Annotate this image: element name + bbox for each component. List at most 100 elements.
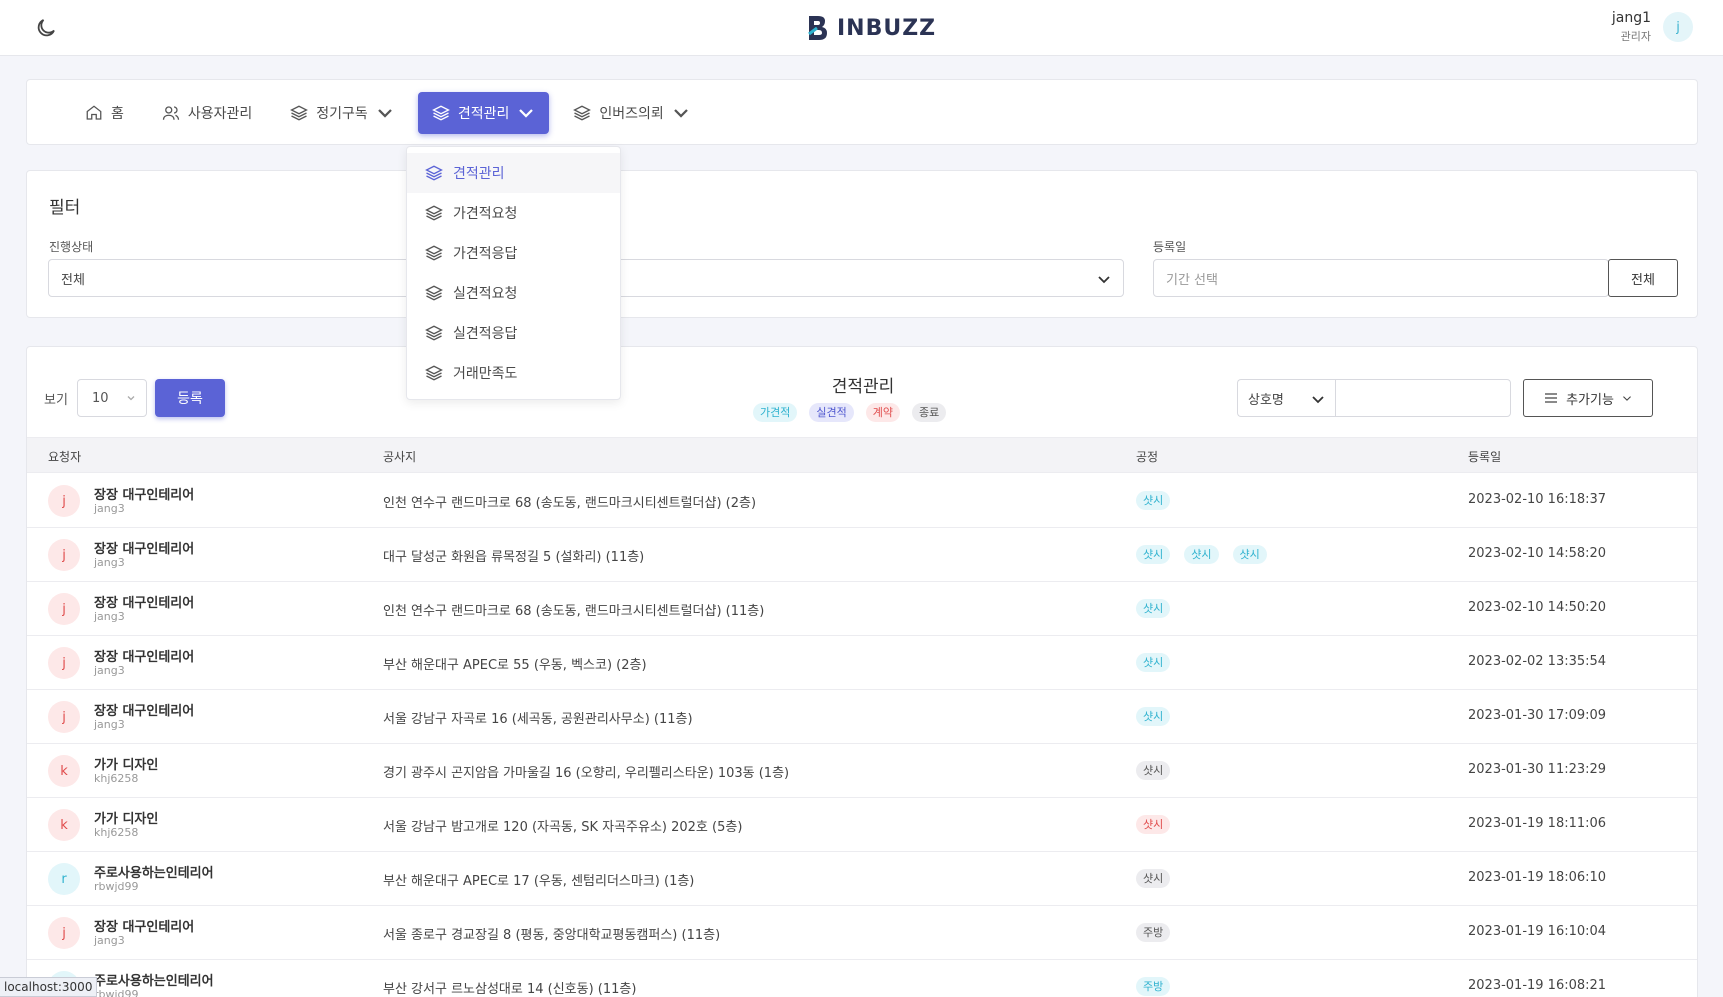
dropdown-item-real-estimate-request[interactable]: 실견적요청: [407, 273, 620, 313]
search-field-select[interactable]: 상호명: [1237, 379, 1335, 417]
legend-chip: 가견적: [753, 403, 798, 422]
avatar: r: [48, 863, 80, 895]
home-icon: [86, 105, 102, 120]
table-row[interactable]: j 장장 대구인테리어 jang3 인천 연수구 랜드마크로 68 (송도동, 랜드마…: [27, 582, 1697, 636]
table-row[interactable]: j 장장 대구인테리어 jang3 서울 종로구 경교장길 8 (평동, 중앙대학교평…: [27, 906, 1697, 960]
nav-item-home[interactable]: 홈: [71, 92, 138, 134]
search-input[interactable]: [1335, 379, 1511, 417]
nav-item-users[interactable]: 사용자관리: [148, 92, 266, 134]
registered-date: 2023-01-30 11:23:29: [1468, 762, 1607, 777]
table-row[interactable]: j 장장 대구인테리어 jang3 부산 해운대구 APEC로 55 (우동, 벡스코…: [27, 636, 1697, 690]
table-row[interactable]: j 장장 대구인테리어 jang3 서울 강남구 자곡로 16 (세곡동, 공원관리사…: [27, 690, 1697, 744]
table-row[interactable]: j 장장 대구인테리어 jang3 인천 연수구 랜드마크로 68 (송도동, 랜드마…: [27, 474, 1697, 528]
process-tags: 샷시: [1136, 599, 1171, 618]
column-header-date[interactable]: 등록일: [1468, 448, 1501, 465]
extra-features-button[interactable]: 추가기능: [1523, 379, 1653, 417]
table-row[interactable]: k 가가 디자인 khj6258 경기 광주시 곤지암읍 가마울길 16 (오향리, …: [27, 744, 1697, 798]
site-address: 인천 연수구 랜드마크로 68 (송도동, 랜드마크시티센트럴더샵) (11층): [383, 604, 765, 619]
user-role: 관리자: [1620, 30, 1651, 43]
table-row[interactable]: r 주로사용하는인테리어 rbwjd99 부산 해운대구 APEC로 17 (우동, …: [27, 852, 1697, 906]
process-badge: 샷시: [1136, 815, 1171, 834]
filter-title: 필터: [49, 198, 81, 218]
requester-name: 주로사용하는인테리어: [94, 974, 214, 989]
status-filter-value: 전체: [61, 272, 85, 288]
logo-text: INBUZZ: [837, 15, 937, 41]
requester-id: khj6258: [94, 772, 139, 785]
site-address: 서울 종로구 경교장길 8 (평동, 중앙대학교평동캠퍼스) (11층): [383, 928, 721, 943]
nav-item-inbuzz-request[interactable]: 인버즈의뢰: [559, 92, 703, 134]
dropdown-item-real-estimate-response[interactable]: 실견적응답: [407, 313, 620, 353]
dropdown-item-label: 견적관리: [453, 166, 505, 182]
process-badge: 샷시: [1136, 761, 1171, 780]
table-header: 요청자 공사지 공정 등록일: [27, 437, 1697, 473]
table-row[interactable]: r주로사용하는인테리어rbwjd99부산 강서구 르노삼성대로 14 (신호동)…: [27, 960, 1697, 997]
process-tags: 샷시: [1136, 761, 1171, 780]
requester-id: rbwjd99: [94, 880, 139, 893]
requester-id: khj6258: [94, 826, 139, 839]
legend-chip: 계약: [865, 403, 900, 422]
avatar[interactable]: j: [1663, 12, 1693, 42]
user-menu[interactable]: jang1 관리자 j: [1612, 10, 1693, 44]
site-address: 서울 강남구 밤고개로 120 (자곡동, SK 자곡주유소) 202호 (5층…: [383, 820, 743, 835]
layers-icon: [425, 285, 443, 301]
avatar: j: [48, 593, 80, 625]
search-field-value: 상호명: [1248, 392, 1284, 408]
estimate-list-card: 보기 10 등록 견적관리 가견적 실견적 계약 종료 상호명 추가기능 요청자…: [26, 346, 1698, 997]
registered-date: 2023-01-19 16:10:04: [1468, 924, 1607, 939]
requester-name: 장장 대구인테리어: [94, 920, 195, 935]
registered-date: 2023-02-10 14:50:20: [1468, 600, 1607, 615]
filter-card: 필터 진행상태 전체 체 등록일 기간 선택 전체: [26, 170, 1698, 318]
site-address: 인천 연수구 랜드마크로 68 (송도동, 랜드마크시티센트럴더샵) (2층): [383, 496, 757, 511]
registered-date: 2023-02-02 13:35:54: [1468, 654, 1607, 669]
chevron-down-icon: [673, 109, 688, 118]
nav-item-subscription[interactable]: 정기구독: [276, 92, 408, 134]
logo-mark-icon: [808, 16, 827, 40]
chevron-down-icon: [378, 109, 392, 118]
process-tags: 샷시: [1136, 815, 1171, 834]
site-address: 부산 해운대구 APEC로 17 (우동, 센텀리더스마크) (1층): [383, 874, 695, 889]
column-header-site[interactable]: 공사지: [383, 448, 416, 465]
requester-name: 장장 대구인테리어: [94, 650, 195, 665]
nav-card: 홈 사용자관리 정기구독 견적관리 인버즈의뢰: [26, 79, 1698, 145]
date-all-button[interactable]: 전체: [1608, 259, 1678, 297]
layers-icon: [425, 205, 443, 221]
site-address: 부산 해운대구 APEC로 55 (우동, 벡스코) (2층): [383, 658, 647, 673]
dropdown-item-pre-estimate-request[interactable]: 가견적요청: [407, 193, 620, 233]
layers-icon: [431, 105, 450, 121]
date-range-input[interactable]: 기간 선택: [1153, 259, 1609, 297]
legend-chip: 실견적: [809, 403, 854, 422]
registered-date: 2023-01-30 17:09:09: [1468, 708, 1607, 723]
dropdown-item-estimate[interactable]: 견적관리: [407, 153, 620, 193]
process-badge: 샷시: [1136, 707, 1171, 726]
process-tags: 샷시: [1136, 491, 1171, 510]
column-header-requester[interactable]: 요청자: [48, 448, 81, 465]
process-tags: 샷시: [1136, 869, 1171, 888]
layers-icon: [425, 325, 443, 341]
process-badge: 샷시: [1136, 599, 1171, 618]
avatar: j: [48, 647, 80, 679]
registered-date: 2023-01-19 18:11:06: [1468, 816, 1607, 831]
column-header-process[interactable]: 공정: [1136, 448, 1158, 465]
chevron-down-icon: [519, 109, 534, 118]
chevron-down-icon: [1098, 276, 1110, 284]
table-row[interactable]: j 장장 대구인테리어 jang3 대구 달성군 화원읍 류목정길 5 (설화리) (…: [27, 528, 1697, 582]
status-bar-url: localhost:3000: [0, 977, 98, 997]
requester-name: 주로사용하는인테리어: [94, 866, 214, 881]
extra-features-label: 추가기능: [1566, 392, 1614, 408]
process-badge: 주방: [1136, 923, 1171, 942]
moon-icon[interactable]: [34, 16, 58, 40]
nav-label: 인버즈의뢰: [599, 106, 664, 122]
status-filter-label: 진행상태: [49, 240, 94, 254]
dropdown-item-label: 가견적응답: [453, 246, 518, 262]
avatar: j: [48, 539, 80, 571]
process-tags: 샷시 샷시 샷시: [1136, 545, 1267, 564]
nav-item-estimate[interactable]: 견적관리: [417, 92, 550, 134]
table-row[interactable]: k 가가 디자인 khj6258 서울 강남구 밤고개로 120 (자곡동, SK 자…: [27, 798, 1697, 852]
site-address: 서울 강남구 자곡로 16 (세곡동, 공원관리사무소) (11층): [383, 712, 693, 727]
logo[interactable]: INBUZZ: [805, 14, 936, 42]
dropdown-item-pre-estimate-response[interactable]: 가견적응답: [407, 233, 620, 273]
dropdown-item-satisfaction[interactable]: 거래만족도: [407, 353, 620, 393]
table-body: j 장장 대구인테리어 jang3 인천 연수구 랜드마크로 68 (송도동, 랜드마…: [27, 474, 1697, 997]
layers-icon: [290, 105, 309, 121]
second-filter-select[interactable]: 체: [581, 259, 1124, 297]
